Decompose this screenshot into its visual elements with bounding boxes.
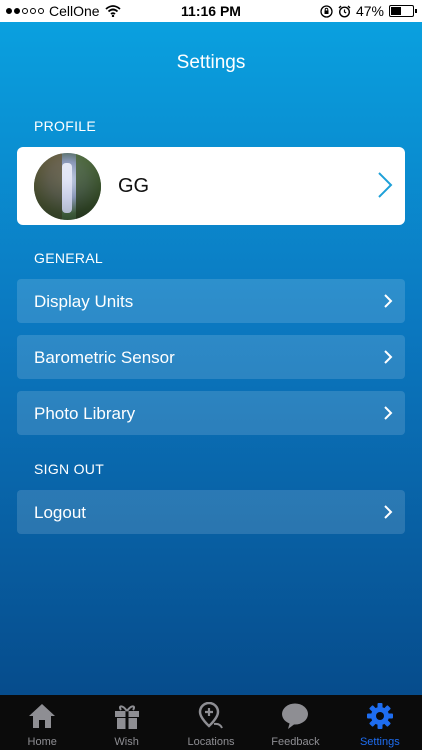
tab-home[interactable]: Home [0,695,84,750]
tab-bar: Home Wish Locations Feedback Settings [0,695,422,750]
chevron-right-icon [384,406,393,420]
status-bar: CellOne 11:16 PM 47% [0,0,422,22]
tab-settings[interactable]: Settings [338,695,422,750]
gift-icon [114,705,139,729]
chevron-right-icon [384,350,393,364]
battery-percent: 47% [355,3,384,19]
tab-label: Wish [114,736,139,748]
tab-feedback[interactable]: Feedback [253,695,337,750]
tab-locations[interactable]: Locations [169,695,253,750]
location-pin-icon [198,702,223,729]
logout-row[interactable]: Logout [17,490,405,534]
home-icon [29,704,56,728]
profile-card[interactable]: GG [17,147,405,225]
row-label: Barometric Sensor [34,348,175,367]
speech-bubble-icon [282,703,309,729]
chevron-right-icon [378,172,393,198]
orientation-lock-icon [320,4,333,18]
status-right: 47% [320,3,417,19]
tab-label: Locations [187,736,235,748]
section-header-general: GENERAL [34,250,104,266]
page-title: Settings [176,52,246,73]
tab-wish[interactable]: Wish [84,695,168,750]
chevron-right-icon [384,505,393,519]
row-label: Display Units [34,292,134,311]
photo-library-row[interactable]: Photo Library [17,391,405,435]
alarm-icon [338,5,351,18]
tab-label: Feedback [271,736,320,748]
gear-icon [366,703,393,729]
profile-name: GG [118,175,150,197]
tab-label: Home [27,736,57,748]
settings-screen: Settings PROFILE GG GENERAL Display Unit… [0,22,422,695]
logout-label: Logout [34,503,86,522]
tab-label: Settings [359,736,400,748]
display-units-row[interactable]: Display Units [17,279,405,323]
section-header-profile: PROFILE [34,118,97,134]
avatar [34,153,101,220]
chevron-right-icon [384,294,393,308]
section-header-sign-out: SIGN OUT [34,461,105,477]
battery-icon [389,5,417,17]
row-label: Photo Library [34,404,136,423]
barometric-sensor-row[interactable]: Barometric Sensor [17,335,405,379]
